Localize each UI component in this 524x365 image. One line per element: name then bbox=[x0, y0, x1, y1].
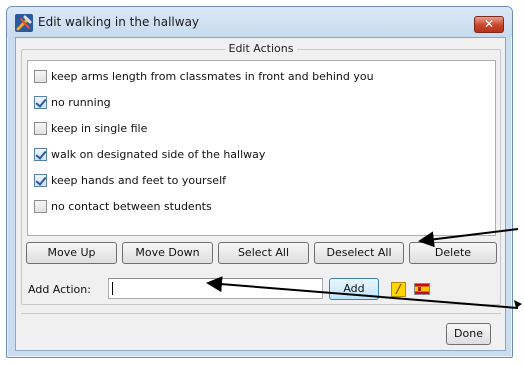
title-bar[interactable]: Edit walking in the hallway ✕ bbox=[7, 7, 512, 37]
hammer-wrench-icon bbox=[15, 14, 33, 32]
edit-actions-group: Edit Actions keep arms length from class… bbox=[21, 42, 501, 305]
action-label: keep arms length from classmates in fron… bbox=[51, 69, 374, 83]
arrow-small-pointer bbox=[514, 300, 522, 308]
action-label: keep in single file bbox=[51, 121, 148, 135]
list-item[interactable]: keep arms length from classmates in fron… bbox=[34, 68, 374, 84]
delete-button[interactable]: Delete bbox=[409, 242, 497, 264]
lightning-icon[interactable]: / bbox=[391, 282, 406, 297]
action-checkbox[interactable] bbox=[34, 69, 47, 83]
action-checkbox[interactable] bbox=[34, 95, 47, 109]
close-button[interactable]: ✕ bbox=[474, 16, 504, 33]
list-item[interactable]: keep hands and feet to yourself bbox=[34, 172, 226, 188]
list-item[interactable]: walk on designated side of the hallway bbox=[34, 146, 265, 162]
text-caret bbox=[112, 282, 113, 295]
action-checkbox[interactable] bbox=[34, 147, 47, 161]
list-item[interactable]: no running bbox=[34, 94, 111, 110]
move-down-button[interactable]: Move Down bbox=[122, 242, 213, 264]
select-all-button[interactable]: Select All bbox=[218, 242, 309, 264]
dialog-window: Edit walking in the hallway ✕ Edit Actio… bbox=[6, 6, 513, 358]
window-title: Edit walking in the hallway bbox=[38, 15, 200, 29]
action-label: keep hands and feet to yourself bbox=[51, 173, 226, 187]
action-checkbox[interactable] bbox=[34, 121, 47, 135]
done-button[interactable]: Done bbox=[446, 323, 491, 345]
actions-list: keep arms length from classmates in fron… bbox=[27, 60, 496, 236]
bottom-panel: Done bbox=[21, 313, 501, 350]
group-title: Edit Actions bbox=[224, 42, 298, 55]
action-label: walk on designated side of the hallway bbox=[51, 147, 266, 161]
spain-flag-icon[interactable] bbox=[414, 283, 430, 295]
dialog-body: Edit Actions keep arms length from class… bbox=[15, 37, 506, 351]
action-label: no running bbox=[51, 95, 111, 109]
add-button[interactable]: Add bbox=[329, 278, 379, 300]
action-label: no contact between students bbox=[51, 199, 212, 213]
add-action-label: Add Action: bbox=[28, 283, 91, 296]
add-action-input[interactable] bbox=[108, 278, 323, 299]
deselect-all-button[interactable]: Deselect All bbox=[314, 242, 404, 264]
action-checkbox[interactable] bbox=[34, 199, 47, 213]
list-item[interactable]: no contact between students bbox=[34, 198, 212, 214]
move-up-button[interactable]: Move Up bbox=[26, 242, 117, 264]
action-checkbox[interactable] bbox=[34, 173, 47, 187]
list-item[interactable]: keep in single file bbox=[34, 120, 147, 136]
